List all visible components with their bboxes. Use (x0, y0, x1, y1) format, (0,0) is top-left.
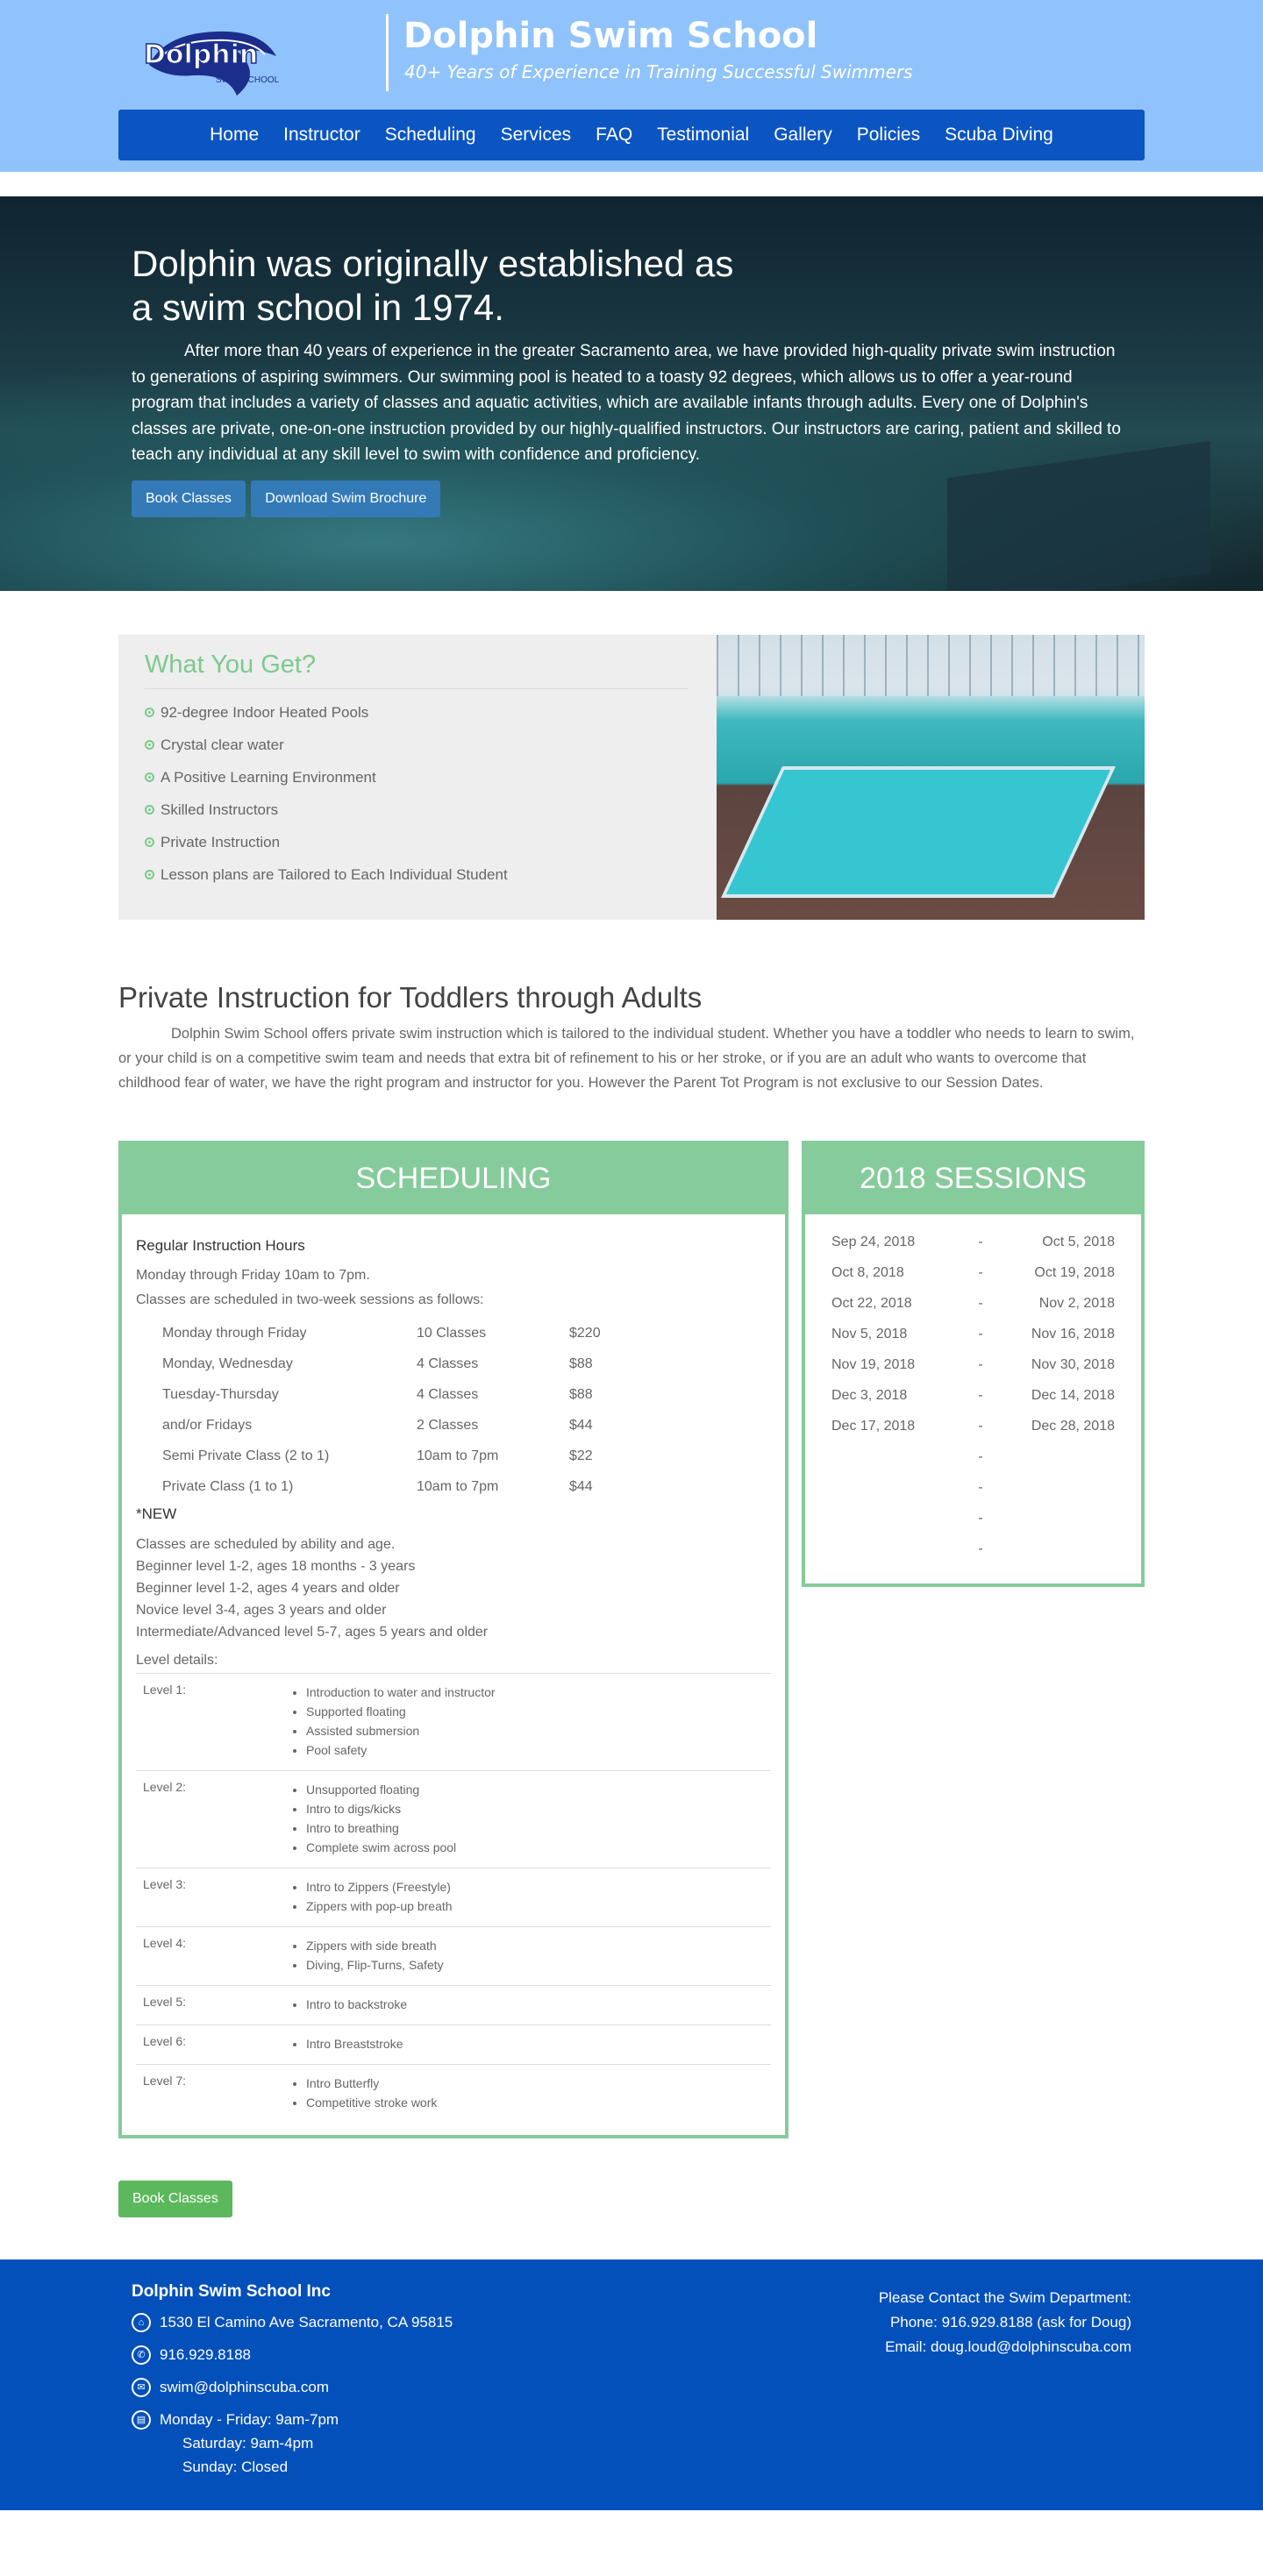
price-table: Monday through Friday 10 Classes $220 Mond… (162, 1318, 771, 1502)
table-row: Oct 8, 2018- Oct 19, 2018 (831, 1265, 1115, 1280)
bullet-icon (145, 805, 154, 815)
table-row: Oct 22, 2018- Nov 2, 2018 (831, 1296, 1115, 1311)
table-row: and/or Fridays 2 Classes $44 (162, 1418, 593, 1433)
nav-scuba-diving[interactable]: Scuba Diving (932, 125, 1066, 146)
nav-gallery[interactable]: Gallery (761, 125, 845, 146)
dolphin-logo[interactable]: Dolphin SWIM SCHOOL (132, 12, 285, 100)
table-row: Dec 3, 2018- Dec 14, 2018 (831, 1388, 1115, 1403)
sessions-panel: 2018 SESSIONS Sep 24, 2018- Oct 5, 2018 O… (802, 1141, 1145, 1587)
hero-heading: Dolphin was originally established as a … (132, 243, 734, 328)
table-row: Private Class (1 to 1) 10am to 7pm $44 (162, 1479, 593, 1494)
level-details-label: Level details: (136, 1653, 218, 1668)
table-row: Monday through Friday 10 Classes $220 (162, 1326, 601, 1341)
table-row: - (978, 1480, 983, 1495)
table-row: - (978, 1511, 983, 1526)
private-instruction-section: Private Instruction for Toddlers through… (118, 981, 1145, 1095)
scheduling-title: SCHEDULING (122, 1144, 785, 1214)
table-row: Tuesday-Thursday 4 Classes $88 (162, 1387, 593, 1402)
list-item: Crystal clear water (145, 729, 689, 761)
ability-text: Classes are scheduled by ability and age… (136, 1537, 489, 1640)
list-item: Skilled Instructors (145, 793, 689, 826)
nav-instructor[interactable]: Instructor (271, 125, 373, 146)
bullet-icon (145, 740, 154, 750)
level-row: Level 5: Intro to backstroke (136, 1985, 771, 2025)
calendar-icon: ▤ (132, 2410, 151, 2430)
phone-icon: ✆ (132, 2345, 151, 2365)
table-row: Dec 17, 2018- Dec 28, 2018 (831, 1419, 1115, 1434)
hours-title: Regular Instruction Hours (136, 1237, 305, 1254)
svg-text:Dolphin: Dolphin (144, 39, 258, 70)
book-classes-button[interactable]: Book Classes (132, 480, 246, 517)
table-row: Sep 24, 2018- Oct 5, 2018 (831, 1235, 1115, 1249)
sessions-title: 2018 SESSIONS (805, 1144, 1141, 1214)
nav-services[interactable]: Services (489, 125, 584, 146)
level-row: Level 6: Intro Breaststroke (136, 2025, 771, 2064)
table-row: Nov 5, 2018- Nov 16, 2018 (831, 1327, 1115, 1341)
hero-paragraph: After more than 40 years of experience i… (132, 342, 1121, 464)
new-label: *NEW (136, 1505, 177, 1522)
footer-address: ⌂ 1530 El Camino Ave Sacramento, CA 9581… (132, 2310, 453, 2334)
footer-email[interactable]: ✉ swim@dolphinscuba.com (132, 2375, 453, 2399)
main-nav: Home Instructor Scheduling Services FAQ … (118, 110, 1145, 160)
footer-company: Dolphin Swim School Inc (132, 2282, 331, 2301)
what-you-get-section: What You Get? 92-degree Indoor Heated Po… (118, 635, 1145, 920)
list-item: 92-degree Indoor Heated Pools (145, 696, 689, 729)
footer-phone[interactable]: ✆ 916.929.8188 (132, 2343, 453, 2366)
footer-contact: Please Contact the Swim Department: Phon… (879, 2286, 1131, 2359)
level-row: Level 4: Zippers with side breathDiving,… (136, 1926, 771, 1985)
table-row: - (978, 1449, 983, 1464)
list-item: A Positive Learning Environment (145, 761, 689, 793)
scheduling-panel: SCHEDULING Regular Instruction Hours Mon… (118, 1141, 788, 2138)
level-row: Level 1: Introduction to water and instr… (136, 1673, 771, 1770)
hero-banner: Dolphin was originally established as a … (0, 196, 1263, 591)
nav-faq[interactable]: FAQ (583, 125, 645, 146)
nav-testimonial[interactable]: Testimonial (645, 125, 761, 146)
home-icon: ⌂ (132, 2313, 151, 2332)
level-row: Level 2: Unsupported floatingIntro to di… (136, 1770, 771, 1868)
private-instruction-text: Dolphin Swim School offers private swim … (118, 1026, 1135, 1091)
level-row: Level 3: Intro to Zippers (Freestyle)Zip… (136, 1868, 771, 1926)
hours-text: Monday through Friday 10am to 7pm. (136, 1268, 370, 1283)
private-instruction-title: Private Instruction for Toddlers through… (118, 981, 703, 1014)
bullet-icon (145, 772, 154, 782)
what-you-get-title: What You Get? (145, 651, 689, 689)
bullet-icon (145, 837, 154, 847)
features-list: 92-degree Indoor Heated Pools Crystal cl… (145, 689, 689, 891)
contact-email-link[interactable]: Email: doug.loud@dolphinscuba.com (879, 2335, 1131, 2359)
table-row: Nov 19, 2018- Nov 30, 2018 (831, 1357, 1115, 1372)
book-classes-bottom-button[interactable]: Book Classes (118, 2181, 232, 2217)
table-row: Semi Private Class (2 to 1) 10am to 7pm $2… (162, 1448, 593, 1463)
site-header: Dolphin SWIM SCHOOL Dolphin Swim School … (0, 0, 1263, 172)
list-item: Private Instruction (145, 826, 689, 858)
site-title: Dolphin Swim School (403, 16, 818, 56)
nav-scheduling[interactable]: Scheduling (373, 125, 489, 146)
list-item: Lesson plans are Tailored to Each Indivi… (145, 858, 689, 891)
svg-text:SWIM SCHOOL: SWIM SCHOOL (216, 75, 280, 85)
level-row: Level 7: Intro ButterflyCompetitive stro… (136, 2064, 771, 2123)
bullet-icon (145, 708, 154, 717)
table-row: Monday, Wednesday 4 Classes $88 (162, 1356, 593, 1371)
bullet-icon (145, 870, 154, 879)
sessions-note: Classes are scheduled in two-week sessio… (136, 1292, 484, 1307)
site-tagline: 40+ Years of Experience in Training Succ… (404, 61, 913, 82)
envelope-icon: ✉ (132, 2378, 151, 2397)
table-row: - (978, 1541, 983, 1556)
footer-hours: ▤ Monday - Friday: 9am-7pm Saturday: 9am… (132, 2408, 453, 2479)
nav-home[interactable]: Home (197, 125, 271, 146)
download-brochure-button[interactable]: Download Swim Brochure (251, 480, 441, 517)
indoor-pool-image (717, 635, 1145, 920)
brand-divider (386, 14, 389, 91)
site-footer: Dolphin Swim School Inc ⌂ 1530 El Camino… (0, 2259, 1263, 2510)
nav-policies[interactable]: Policies (845, 125, 932, 146)
